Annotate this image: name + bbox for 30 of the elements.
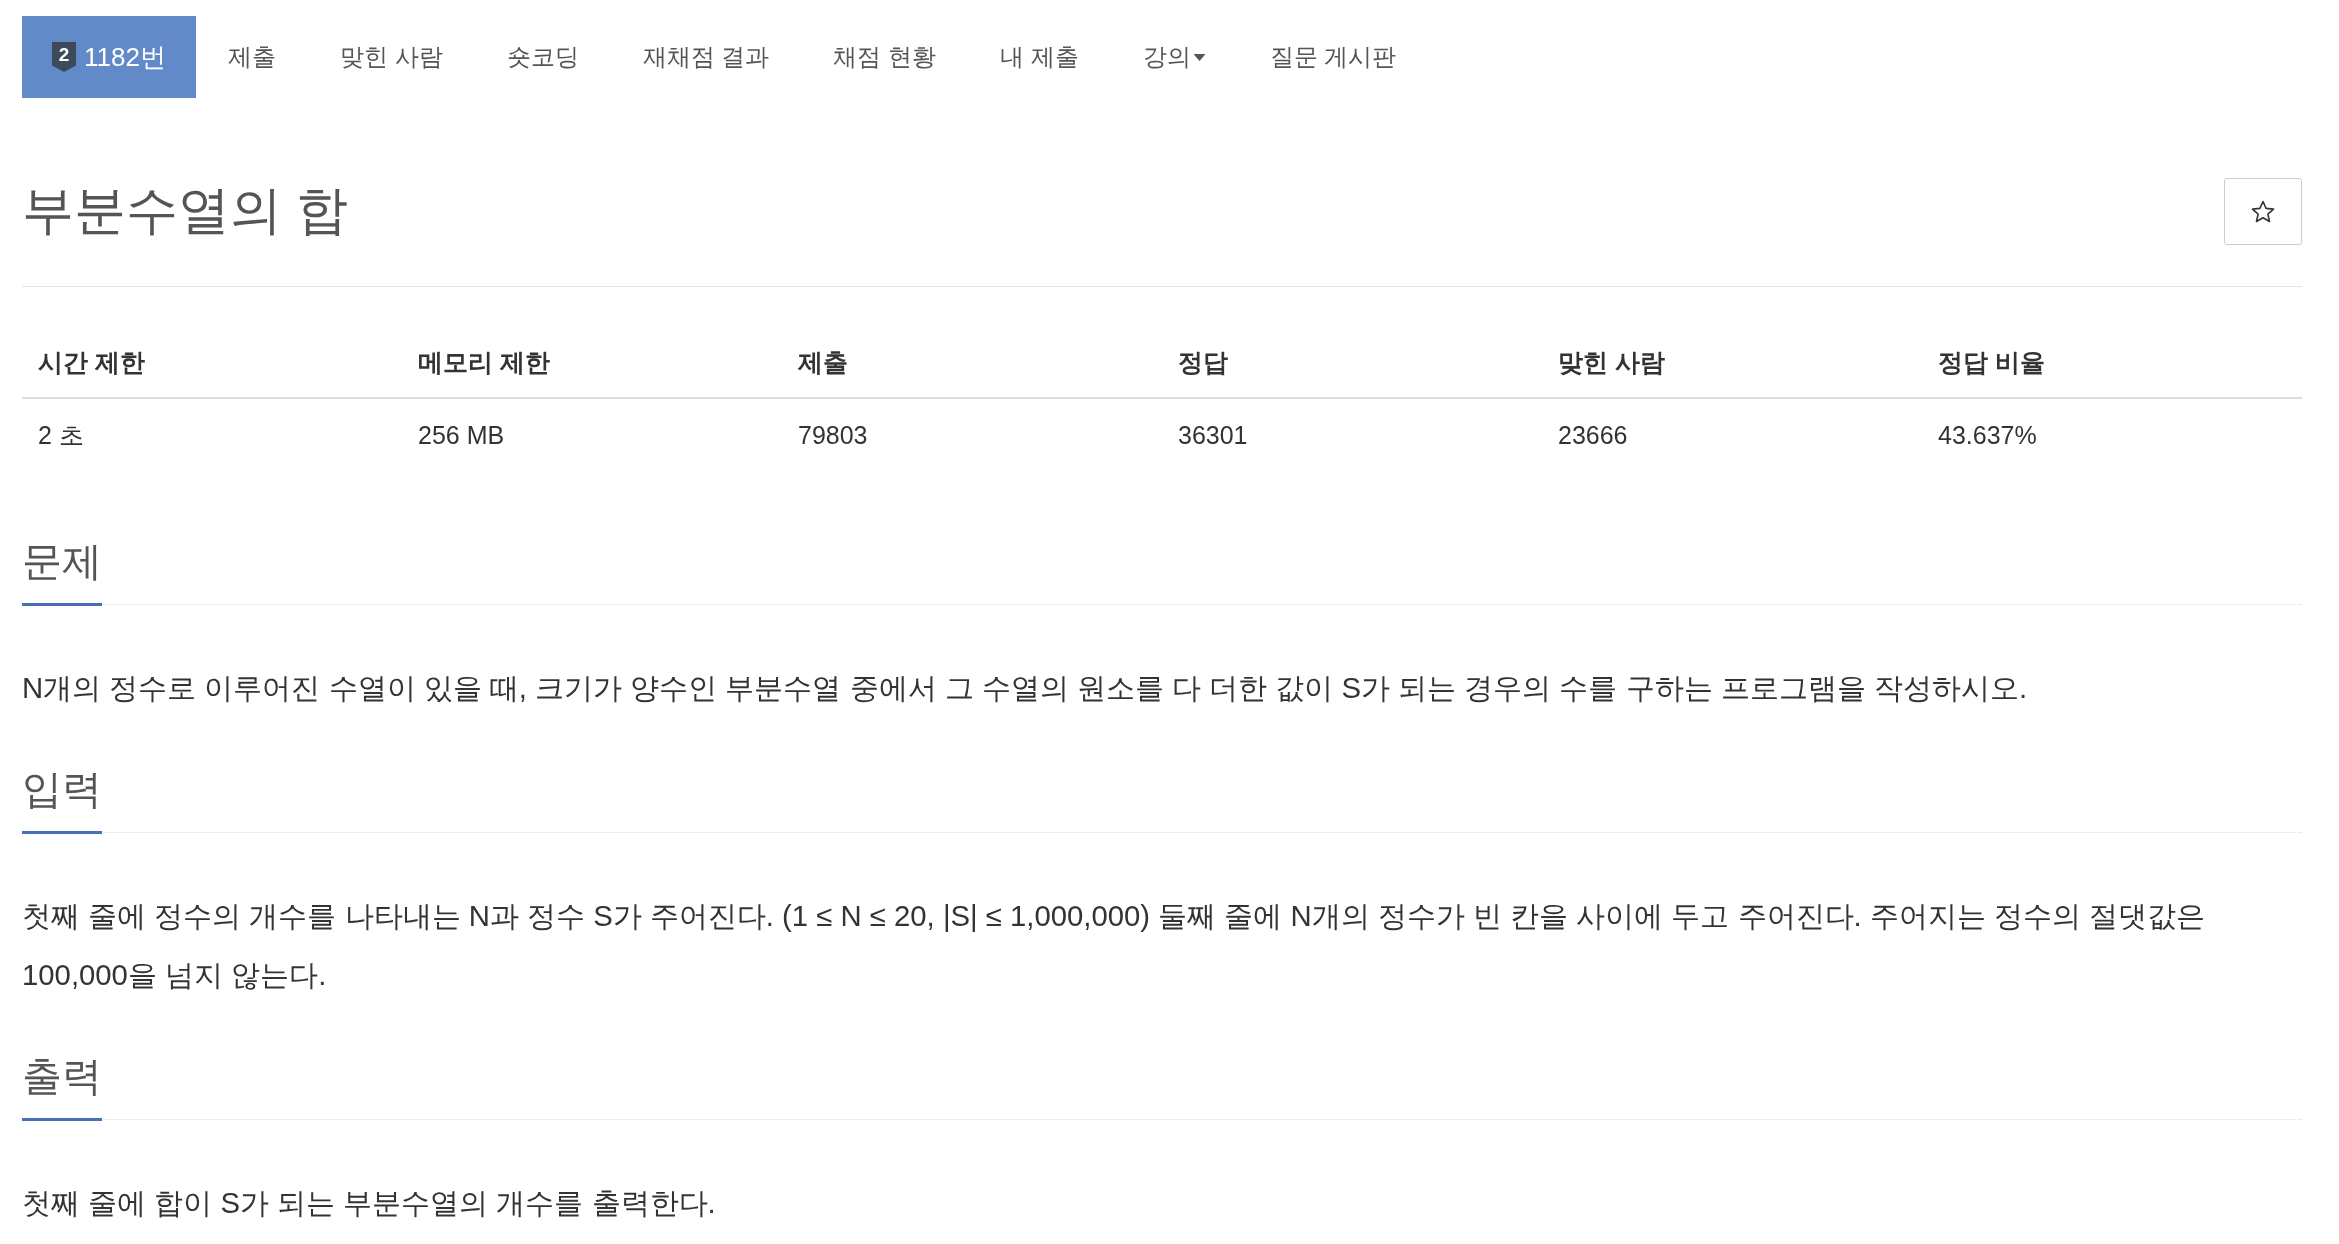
section-text: 첫째 줄에 합이 S가 되는 부분수열의 개수를 출력한다. xyxy=(22,1185,717,1221)
column-header: 시간 제한 xyxy=(22,327,402,398)
table-cell: 43.637% xyxy=(1922,398,2302,471)
column-header: 맞힌 사람 xyxy=(1542,327,1922,398)
nav-tab[interactable]: 제출 xyxy=(195,16,308,98)
nav-tab[interactable]: 재채점 결과 xyxy=(610,16,802,98)
table-cell: 2 초 xyxy=(22,398,402,471)
nav-tab[interactable]: 맞힌 사람 xyxy=(307,16,475,98)
level-badge: 2 xyxy=(52,42,76,72)
column-header: 정답 xyxy=(1162,327,1542,398)
problem-title: 부분수열의 합 xyxy=(22,180,349,241)
nav-tab[interactable]: 숏코딩 xyxy=(474,16,611,98)
nav-tab[interactable]: 2 1182번 xyxy=(22,16,196,98)
column-header: 제출 xyxy=(782,327,1162,398)
column-header: 메모리 제한 xyxy=(402,327,782,398)
nav-tab[interactable]: 내 제출 xyxy=(967,16,1111,98)
section-text: N개의 정수로 이루어진 수열이 있을 때, 크기가 양수인 부분수열 중에서 그 수열의 원소를 다 더한 값이 S가 되는 경우의 수를 구하는 프로그램을 작성하시오. xyxy=(22,670,2029,706)
nav-tab[interactable]: 질문 게시판 xyxy=(1237,16,1429,98)
nav-tab[interactable]: 채점 현황 xyxy=(801,16,968,98)
section-heading: 문제 xyxy=(22,531,102,606)
table-cell: 23666 xyxy=(1542,398,1922,471)
section-heading: 입력 xyxy=(22,759,102,834)
table-cell: 36301 xyxy=(1162,398,1542,471)
section-heading: 출력 xyxy=(22,1046,102,1121)
table-cell: 256 MB xyxy=(402,398,782,471)
table-cell: 79803 xyxy=(782,398,1162,471)
nav-tab[interactable]: 강의 xyxy=(1110,16,1238,98)
section-text: 첫째 줄에 정수의 개수를 나타내는 N과 정수 S가 주어진다. (1 ≤ N ≤ 20, |S| ≤ 1,000,000) 둘째 줄에 N개의 정수가 빈 칸을 사이에 두고 주어진다. 주어지는 정수의 절댓값은 100,000을 넘지 않는다. xyxy=(22,898,2207,993)
column-header: 정답 비율 xyxy=(1922,327,2302,398)
star-button[interactable] xyxy=(2224,178,2302,245)
